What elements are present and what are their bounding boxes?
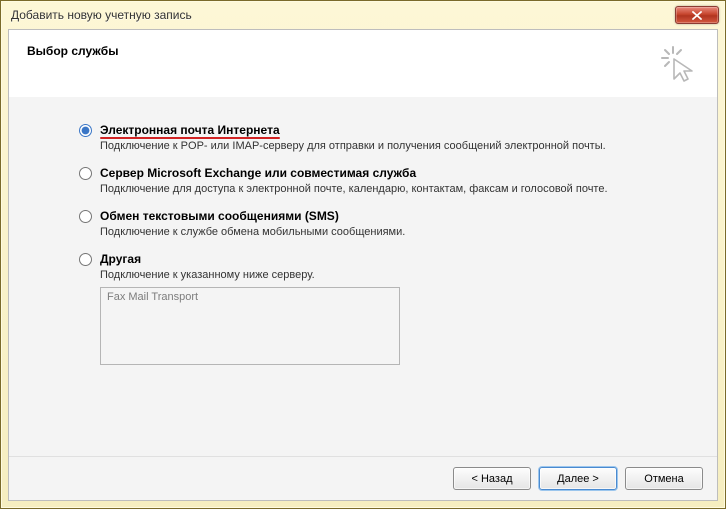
cancel-button[interactable]: Отмена	[625, 467, 703, 490]
option-other-label: Другая	[100, 252, 141, 266]
option-other-row[interactable]: Другая	[79, 252, 697, 266]
option-exchange-desc: Подключение для доступа к электронной по…	[100, 183, 697, 195]
option-sms-label: Обмен текстовыми сообщениями (SMS)	[100, 209, 339, 223]
options-panel: Электронная почта Интернета Подключение …	[9, 97, 717, 456]
option-other: Другая Подключение к указанному ниже сер…	[79, 252, 697, 365]
window-title: Добавить новую учетную запись	[11, 8, 675, 22]
client-area: Выбор службы Эл	[8, 29, 718, 501]
option-exchange-row[interactable]: Сервер Microsoft Exchange или совместима…	[79, 166, 697, 180]
radio-internet-email[interactable]	[79, 124, 92, 137]
titlebar: Добавить новую учетную запись	[1, 1, 725, 29]
option-sms: Обмен текстовыми сообщениями (SMS) Подкл…	[79, 209, 697, 238]
option-sms-row[interactable]: Обмен текстовыми сообщениями (SMS)	[79, 209, 697, 223]
option-exchange-label: Сервер Microsoft Exchange или совместима…	[100, 166, 416, 180]
option-internet-email: Электронная почта Интернета Подключение …	[79, 123, 697, 152]
wizard-footer: < Назад Далее > Отмена	[9, 456, 717, 500]
close-button[interactable]	[675, 6, 719, 24]
other-server-listbox[interactable]: Fax Mail Transport	[100, 287, 400, 365]
radio-exchange[interactable]	[79, 167, 92, 180]
wizard-header: Выбор службы	[9, 30, 717, 96]
close-icon	[692, 11, 702, 20]
radio-sms[interactable]	[79, 210, 92, 223]
dialog-window: Добавить новую учетную запись Выбор служ…	[0, 0, 726, 509]
list-item[interactable]: Fax Mail Transport	[107, 291, 393, 303]
cursor-sparkle-icon	[659, 44, 699, 84]
option-internet-row[interactable]: Электронная почта Интернета	[79, 123, 697, 137]
back-button[interactable]: < Назад	[453, 467, 531, 490]
page-title: Выбор службы	[27, 44, 118, 58]
option-internet-desc: Подключение к POP- или IMAP-серверу для …	[100, 140, 697, 152]
option-sms-desc: Подключение к службе обмена мобильными с…	[100, 226, 697, 238]
option-internet-label: Электронная почта Интернета	[100, 123, 280, 137]
option-exchange: Сервер Microsoft Exchange или совместима…	[79, 166, 697, 195]
option-other-desc: Подключение к указанному ниже серверу.	[100, 269, 697, 281]
radio-other[interactable]	[79, 253, 92, 266]
next-button[interactable]: Далее >	[539, 467, 617, 490]
